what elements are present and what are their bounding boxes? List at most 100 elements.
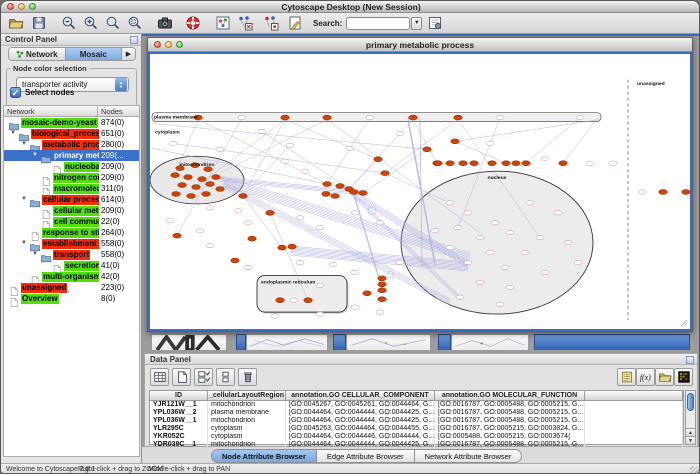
graph-node-selected[interactable] [451,139,460,144]
graph-node-selected[interactable] [281,115,290,120]
graph-node-selected[interactable] [378,297,387,302]
graph-node-selected[interactable] [288,244,297,249]
column-header[interactable] [585,391,683,400]
graph-node[interactable] [196,229,204,233]
tree-expand-arrow[interactable]: ▼ [21,141,27,148]
graph-node-selected[interactable] [239,193,248,198]
graph-node[interactable] [376,310,384,314]
graph-node[interactable] [609,161,617,165]
import-view-button[interactable] [235,14,255,32]
graph-node-selected[interactable] [434,161,443,166]
graph-node[interactable] [316,226,324,230]
graph-node[interactable] [496,115,504,119]
graph-node-selected[interactable] [659,190,668,195]
graph-node[interactable] [486,141,494,145]
table-row[interactable]: YJR121W__1mitochondrion[GO:0045267, GO:0… [150,401,683,409]
tree-row-primary-metabolic-proc[interactable]: ▼primary metabolic proc209(... [4,150,139,161]
graph-node-selected[interactable] [278,245,287,250]
select-nodes-checkbox[interactable]: ✓ [10,87,21,98]
graph-node[interactable] [169,141,177,145]
graph-node-selected[interactable] [172,192,181,197]
graph-node[interactable] [541,270,549,274]
graph-node[interactable] [351,305,359,309]
graph-node[interactable] [258,129,266,133]
tree-row-cell-communicatio[interactable]: cell communicatio22(0) [4,216,139,227]
background-window-fragment[interactable] [151,334,227,350]
search-input[interactable] [346,17,410,30]
graph-node-selected[interactable] [276,298,285,303]
background-window-fragment[interactable] [333,334,346,350]
graph-node[interactable] [206,243,214,247]
graph-node[interactable] [216,147,224,151]
background-window-fragment[interactable] [236,334,246,350]
tree-row-nitrogen-compoun[interactable]: nitrogen compoun209(0) [4,172,139,183]
graph-node-selected[interactable] [350,190,359,195]
graph-node-selected[interactable] [198,177,207,182]
graph-node-selected[interactable] [512,161,521,166]
graph-node[interactable] [351,211,359,215]
camera-button[interactable] [155,14,175,32]
heatmap-button[interactable] [674,368,693,386]
table-row[interactable]: YLR295Ccytoplasm[GO:0045263, GO:0044464,… [150,425,683,433]
graph-node[interactable] [574,260,582,264]
graph-node[interactable] [638,190,646,194]
graph-node[interactable] [476,235,484,239]
graph-node[interactable] [316,283,324,287]
open-attrs-button[interactable] [655,368,674,386]
tree-expand-arrow[interactable]: ▼ [32,152,38,159]
open-folder-button[interactable] [6,14,26,32]
graph-node[interactable] [526,201,534,205]
graph-node-selected[interactable] [454,115,463,120]
graph-node[interactable] [234,209,242,213]
graph-node[interactable] [431,229,439,233]
search-dropdown-arrow[interactable]: ▼ [411,17,422,30]
graph-node[interactable] [296,260,304,264]
tree-row-metabolic-process[interactable]: ▼metabolic process280(0) [4,139,139,150]
graph-node-selected[interactable] [381,171,390,176]
tree-row-multi-organism-proc[interactable]: multi-organism proc42(0) [4,271,139,282]
column-header[interactable]: ID [150,391,208,400]
graph-node-selected[interactable] [216,187,225,192]
graph-node[interactable] [501,265,509,269]
graph-node[interactable] [454,226,462,230]
graph-node-selected[interactable] [488,161,497,166]
scroll-up-arrow[interactable]: ▲ [686,428,695,436]
tree-row-macromolecule[interactable]: macromolecule311(0) [4,183,139,194]
graph-node[interactable] [346,146,354,150]
graph-node[interactable] [476,280,484,284]
tree-row-establishment-of-loc[interactable]: ▼establishment of loc558(0) [4,238,139,249]
graph-node[interactable] [521,250,529,254]
graph-node[interactable] [396,260,404,264]
graph-node[interactable] [464,211,472,215]
tree-row-transport[interactable]: ▼transport558(0) [4,249,139,260]
graph-node[interactable] [301,169,309,173]
graph-node[interactable] [244,265,252,269]
graph-node-selected[interactable] [522,161,531,166]
network-graph[interactable]: plasma membranecytoplasmmitochondrionnuc… [150,54,690,329]
network-view-window[interactable]: primary metabolic process plasma membran… [147,37,693,332]
tree-row-response-to-stimulus[interactable]: response to stimulus264(0) [4,227,139,238]
graph-node[interactable] [496,302,504,306]
graph-node-selected[interactable] [682,190,690,195]
graph-node[interactable] [376,221,384,225]
zoom-selected-button[interactable] [125,14,145,32]
graph-node-selected[interactable] [266,210,275,215]
background-window-fragment[interactable] [534,334,690,350]
graph-node-selected[interactable] [446,161,455,166]
background-window-fragment[interactable] [346,334,431,350]
help-lifering-button[interactable] [183,14,203,32]
graph-node-selected[interactable] [323,115,332,120]
graph-node-selected[interactable] [192,185,201,190]
graph-node[interactable] [464,260,472,264]
column-header[interactable]: _cellularLayoutRegion [208,391,286,400]
network-window-titlebar[interactable]: primary metabolic process [148,38,692,52]
graph-node-selected[interactable] [470,161,479,166]
graph-node[interactable] [536,235,544,239]
graph-node-selected[interactable] [206,182,215,187]
graph-node[interactable] [486,250,494,254]
resize-grip[interactable] [690,466,700,474]
background-window-fragment[interactable] [451,334,529,350]
graph-node[interactable] [446,245,454,249]
graph-node-selected[interactable] [248,236,257,241]
table-scrollbar[interactable]: ▲ ▼ [685,390,696,445]
